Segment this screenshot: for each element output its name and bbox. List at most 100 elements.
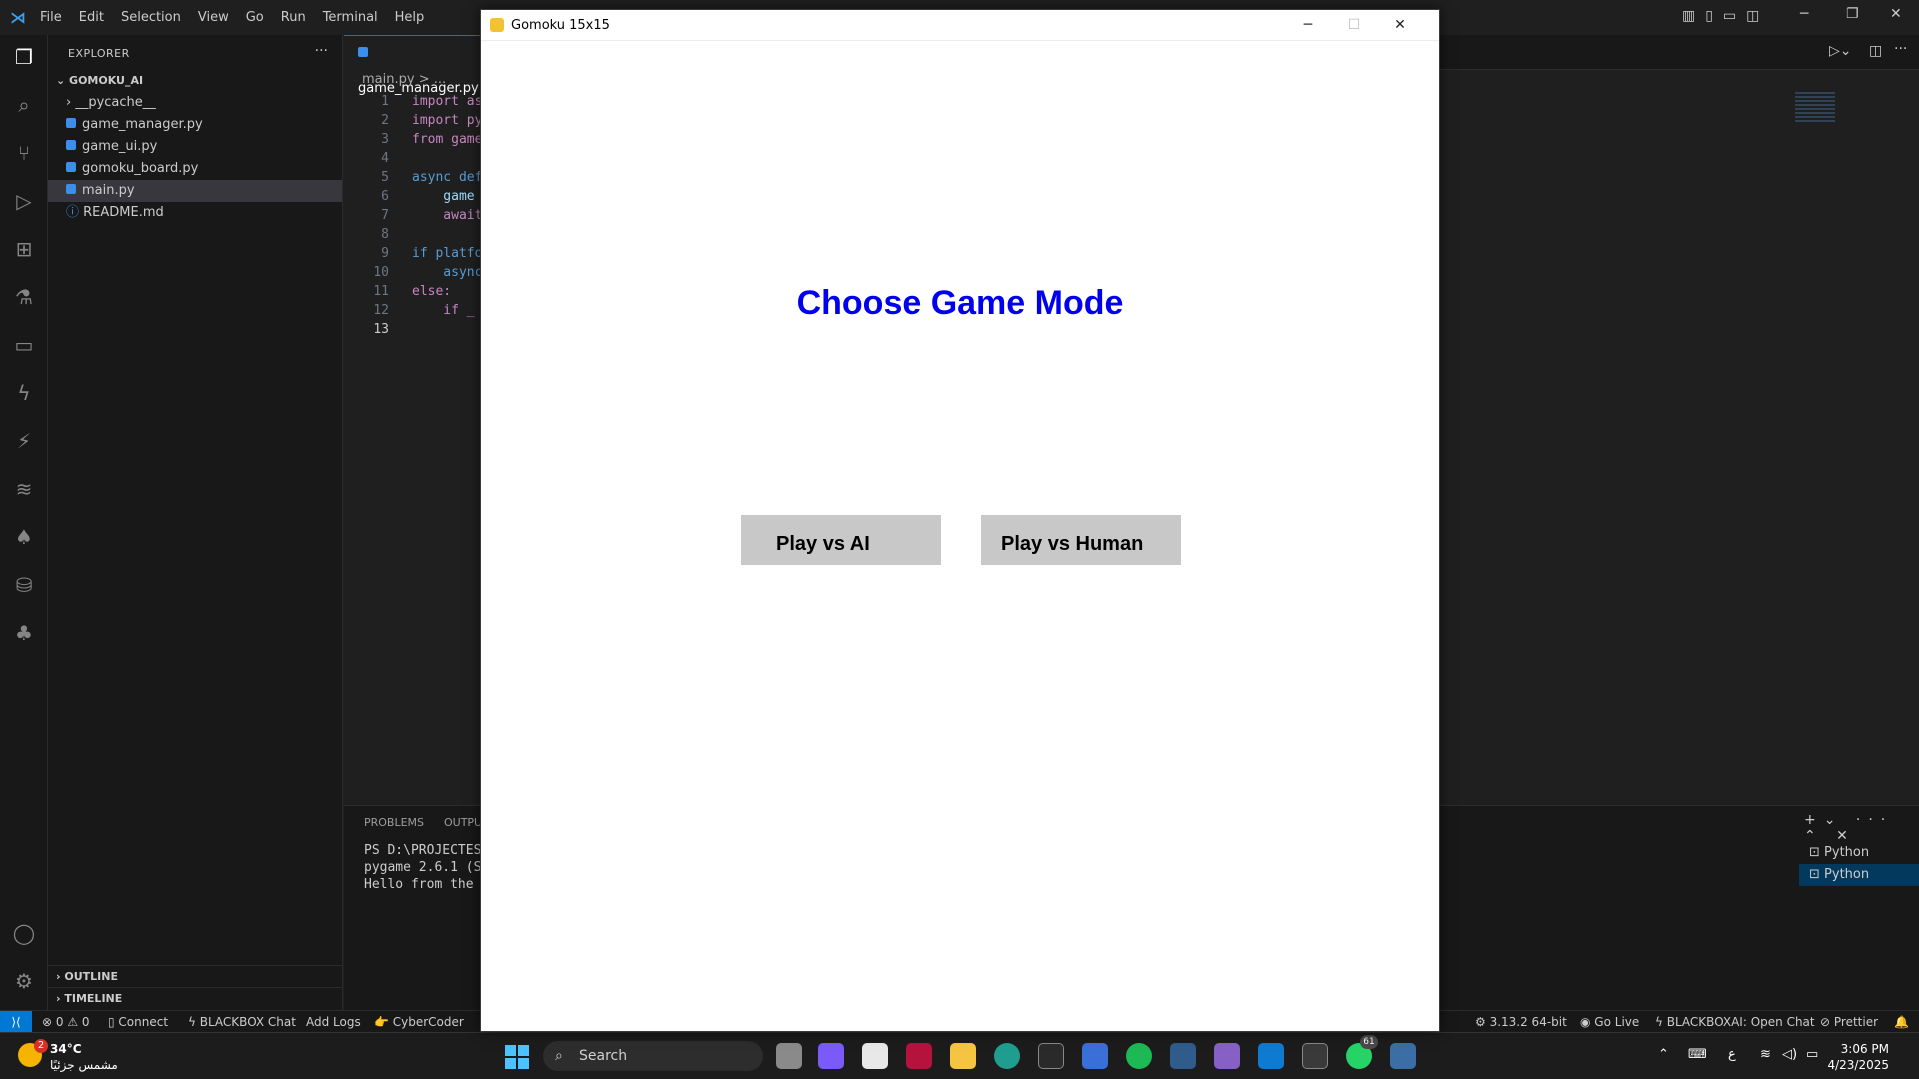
play-vs-ai-button[interactable]: Play vs AI	[741, 515, 941, 565]
layout-toggle-icons[interactable]: ▥▯▭◫	[1682, 8, 1769, 24]
go-live-item[interactable]: ◉ Go Live	[1580, 1011, 1639, 1033]
settings-gear-icon[interactable]: ⚙	[12, 969, 36, 993]
menu-help[interactable]: Help	[395, 10, 425, 25]
tree-icon[interactable]: ♣	[12, 621, 36, 645]
menu-view[interactable]: View	[198, 10, 229, 25]
menu-terminal[interactable]: Terminal	[323, 10, 378, 25]
remote-explorer-icon[interactable]: ▭	[12, 333, 36, 357]
blackboxai-item[interactable]: ϟ BLACKBOXAI: Open Chat	[1655, 1011, 1815, 1033]
minimap[interactable]	[1795, 92, 1835, 122]
remote-indicator[interactable]: ⟩⟨	[0, 1011, 32, 1033]
run-debug-icon[interactable]: ▷	[12, 189, 36, 213]
wifi-icon[interactable]: ≋	[1760, 1047, 1771, 1062]
epic-games-icon[interactable]	[1038, 1043, 1064, 1069]
play-vs-human-button[interactable]: Play vs Human	[981, 515, 1181, 565]
window-restore-icon[interactable]: ❐	[1846, 6, 1859, 22]
account-icon[interactable]: ◯	[12, 921, 36, 945]
terminal-output[interactable]: PS D:\PROJECTES pygame 2.6.1 (S Hello fr…	[364, 842, 481, 893]
project-folder[interactable]: ⌄ GOMOKU_AI	[48, 70, 342, 92]
explorer-sidebar: EXPLORER ··· ⌄ GOMOKU_AI › __pycache__ g…	[48, 35, 343, 1010]
spotify-icon[interactable]	[1126, 1043, 1152, 1069]
panel-actions[interactable]: +⌄ ··· ⌃ ✕	[1804, 812, 1919, 844]
menu-selection[interactable]: Selection	[121, 10, 181, 25]
testing-icon[interactable]: ⚗	[12, 285, 36, 309]
tree-item-game-ui[interactable]: game_ui.py	[48, 136, 342, 158]
terminal-icon[interactable]	[1302, 1043, 1328, 1069]
vscode-logo-icon: ⋊	[10, 8, 26, 27]
docker-icon[interactable]: ≋	[12, 477, 36, 501]
tree-item-label: main.py	[82, 183, 135, 198]
task-view-icon[interactable]	[776, 1043, 802, 1069]
minimize-icon[interactable]: ─	[1285, 10, 1331, 41]
tab-problems[interactable]: PROBLEMS	[364, 816, 424, 829]
editor-more-icon[interactable]: ···	[1894, 41, 1907, 57]
clock-date: 4/23/2025	[1827, 1058, 1889, 1072]
clock[interactable]: 3:06 PM 4/23/2025	[1827, 1041, 1889, 1073]
tree-item-pycache[interactable]: › __pycache__	[48, 92, 342, 114]
code-line: import as	[412, 94, 483, 109]
app-icon[interactable]	[906, 1043, 932, 1069]
prettier-item[interactable]: ⊘ Prettier	[1820, 1011, 1878, 1033]
blackbox-chat-item[interactable]: ϟ BLACKBOX Chat	[188, 1011, 296, 1033]
keyboard-icon[interactable]: ⌨	[1688, 1047, 1707, 1062]
menu-run[interactable]: Run	[281, 10, 306, 25]
run-icon[interactable]: ▷⌄	[1829, 43, 1852, 59]
terminal-label: Python	[1824, 845, 1870, 860]
visual-studio-icon[interactable]	[1214, 1043, 1240, 1069]
copilot-icon[interactable]	[818, 1043, 844, 1069]
edge-icon[interactable]	[994, 1043, 1020, 1069]
chart-app-icon[interactable]	[1082, 1043, 1108, 1069]
tab-game-manager[interactable]: game_manager.py	[344, 35, 484, 96]
maximize-icon[interactable]: ☐	[1331, 10, 1377, 41]
problems-count[interactable]: ⊗ 0 ⚠ 0	[42, 1011, 90, 1033]
terminal-item[interactable]: ⊡ Python	[1799, 864, 1919, 886]
thunder-client-icon[interactable]: ⚡	[12, 429, 36, 453]
explorer-more-icon[interactable]: ···	[315, 43, 328, 59]
tray-chevron-icon[interactable]: ⌃	[1658, 1047, 1669, 1062]
explorer-icon[interactable]: ❐	[12, 45, 36, 69]
search-icon[interactable]: ⌕	[12, 93, 36, 117]
start-icon[interactable]	[505, 1045, 529, 1069]
outline-section[interactable]: › OUTLINE	[48, 965, 342, 987]
volume-icon[interactable]: ◁)	[1782, 1047, 1797, 1062]
app-icon[interactable]	[1170, 1043, 1196, 1069]
python-version[interactable]: ⚙ 3.13.2 64-bit	[1475, 1011, 1567, 1033]
timeline-section[interactable]: › TIMELINE	[48, 987, 342, 1009]
weather-widget[interactable]: 2 34°C مشمس جزئيًا	[18, 1039, 118, 1073]
split-editor-icon[interactable]: ◫	[1869, 43, 1882, 59]
blackbox-icon[interactable]: ϟ	[12, 381, 36, 405]
mongodb-icon[interactable]: ♠	[12, 525, 36, 549]
tree-item-readme[interactable]: ⓘ README.md	[48, 202, 342, 224]
taskbar-search[interactable]: ⌕ Search	[543, 1041, 763, 1071]
window-close-icon[interactable]: ✕	[1890, 6, 1902, 22]
blackbox-chat-label: BLACKBOX Chat	[199, 1015, 296, 1029]
add-logs-item[interactable]: Add Logs	[306, 1011, 361, 1033]
menu-go[interactable]: Go	[246, 10, 264, 25]
app-icon[interactable]	[862, 1043, 888, 1069]
bell-icon[interactable]: 🔔	[1894, 1011, 1909, 1033]
menu-edit[interactable]: Edit	[79, 10, 104, 25]
vscode-icon[interactable]	[1258, 1043, 1284, 1069]
extensions-icon[interactable]: ⊞	[12, 237, 36, 261]
connect-item[interactable]: ▯ Connect	[108, 1011, 168, 1033]
database-icon[interactable]: ⛁	[12, 573, 36, 597]
tree-item-label: __pycache__	[75, 95, 156, 110]
ime-indicator[interactable]: ع	[1728, 1047, 1736, 1062]
breadcrumb[interactable]: main.py > ...	[362, 72, 446, 87]
code-editor[interactable]: import as import py from game async def …	[412, 92, 482, 339]
file-explorer-icon[interactable]	[950, 1043, 976, 1069]
whatsapp-icon[interactable]: 61	[1346, 1035, 1378, 1069]
cybercoder-item[interactable]: 👉 CyberCoder	[374, 1011, 464, 1033]
tree-item-gomoku-board[interactable]: gomoku_board.py	[48, 158, 342, 180]
python-app-icon[interactable]	[1390, 1043, 1416, 1069]
window-minimize-icon[interactable]: ─	[1800, 6, 1808, 22]
source-control-icon[interactable]: ⑂	[12, 141, 36, 165]
tree-item-game-manager[interactable]: game_manager.py	[48, 114, 342, 136]
menu-file[interactable]: File	[40, 10, 62, 25]
terminal-item[interactable]: ⊡ Python	[1799, 842, 1919, 864]
battery-icon[interactable]: ▭	[1806, 1047, 1818, 1062]
tree-item-main[interactable]: main.py	[48, 180, 342, 202]
close-icon[interactable]: ✕	[1377, 10, 1423, 41]
